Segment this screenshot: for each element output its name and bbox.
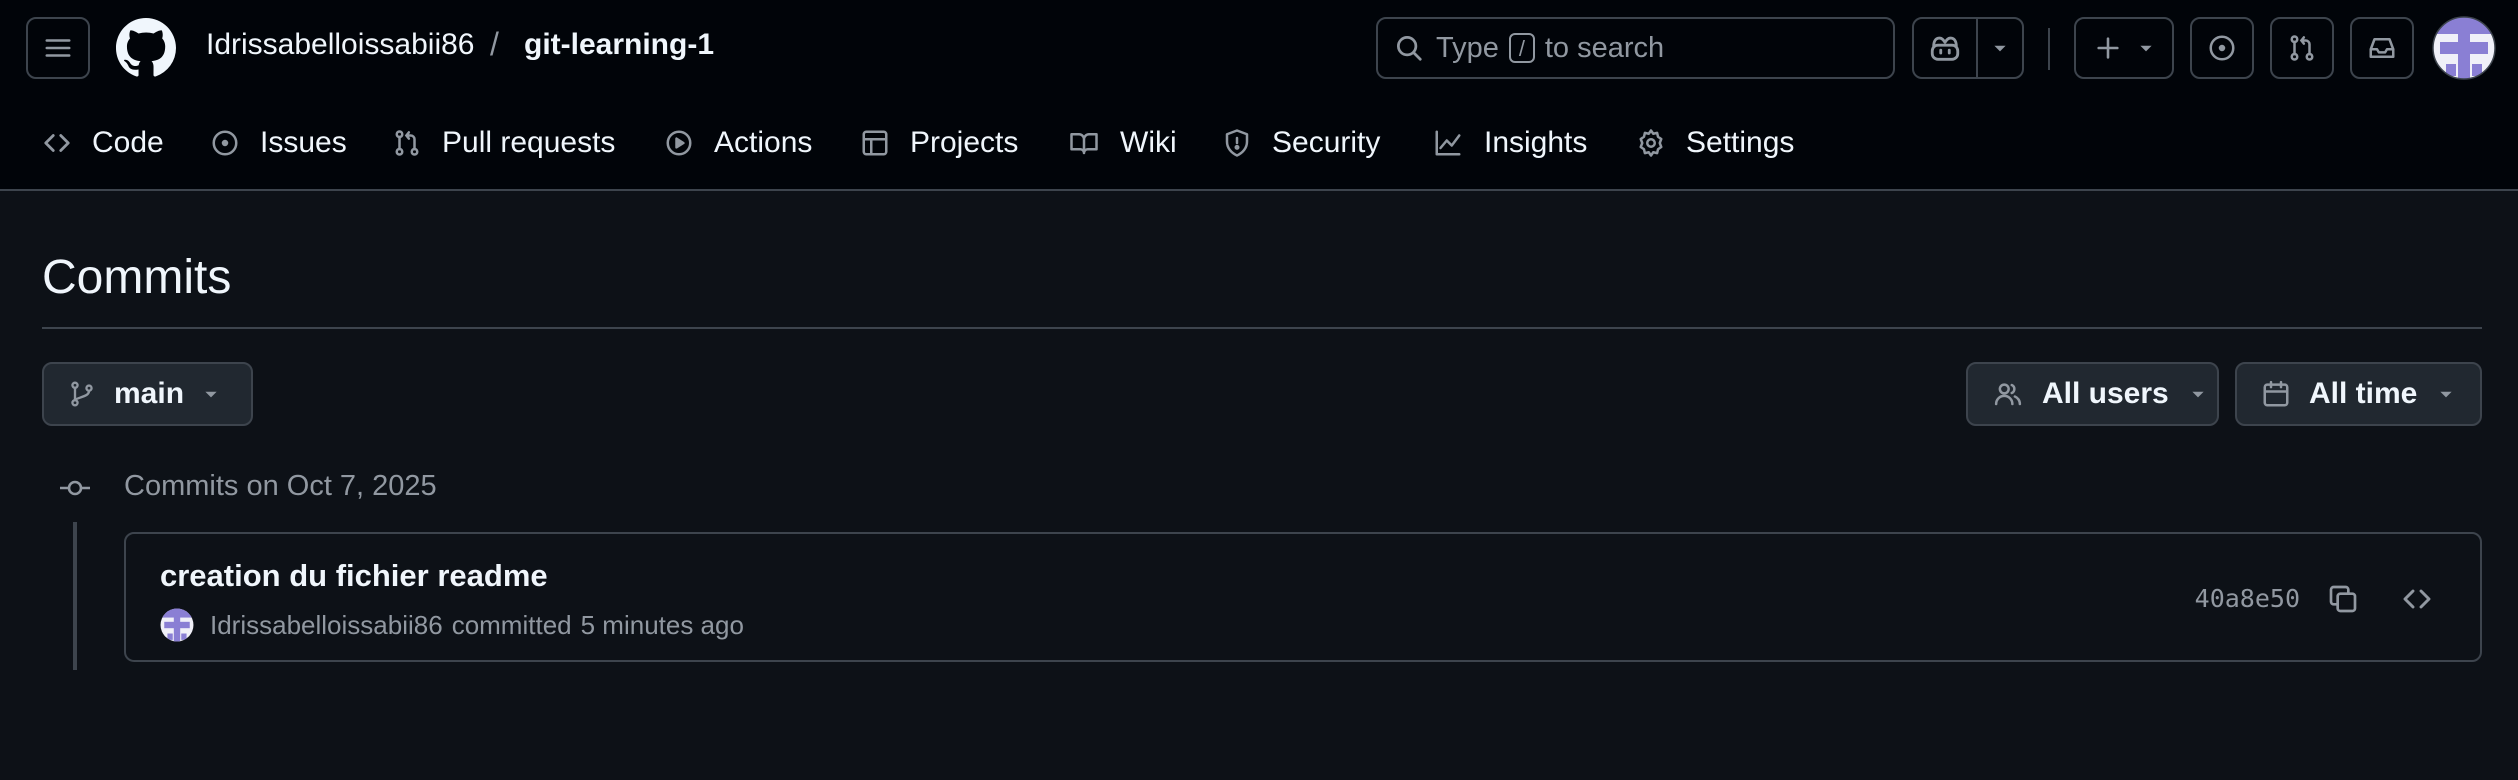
inbox-icon — [2369, 38, 2395, 58]
shield-icon — [1225, 129, 1249, 157]
search-icon — [1397, 36, 1422, 61]
browse-repository-button[interactable] — [2398, 580, 2436, 618]
calendar-icon — [2263, 380, 2289, 407]
hamburger-icon — [45, 39, 71, 57]
copilot-button[interactable] — [1912, 17, 1978, 79]
create-new-button[interactable] — [2074, 17, 2174, 79]
tab-label: Projects — [910, 126, 1019, 159]
copy-icon — [2329, 585, 2357, 613]
commit-group-date: Commits on Oct 7, 2025 — [124, 470, 437, 502]
issues-button[interactable] — [2190, 17, 2254, 79]
code-icon — [2403, 589, 2431, 609]
search-input[interactable]: Type / to search — [1376, 17, 1895, 79]
tab-wiki[interactable]: Wiki — [1068, 118, 1177, 168]
issue-opened-icon — [2209, 35, 2235, 61]
global-header: Idrissabelloissabii86 / git-learning-1 T… — [0, 0, 2518, 191]
users-filter[interactable]: All users — [1966, 362, 2219, 426]
commit-time: 5 minutes ago — [580, 609, 744, 640]
pull-requests-button[interactable] — [2270, 17, 2334, 79]
plus-icon — [2096, 37, 2119, 59]
tab-issues[interactable]: Issues — [210, 118, 347, 168]
tab-code[interactable]: Code — [42, 118, 164, 168]
inbox-button[interactable] — [2350, 17, 2414, 79]
gear-icon — [1639, 129, 1663, 157]
triangle-down-icon — [2139, 45, 2152, 52]
people-icon — [1994, 383, 2022, 406]
search-placeholder-prefix: Type — [1436, 31, 1499, 64]
commit-meta: Idrissabelloissabii86 committed 5 minute… — [160, 608, 744, 642]
tab-label: Code — [92, 126, 164, 159]
tab-label: Insights — [1484, 126, 1588, 159]
triangle-down-icon — [2192, 391, 2204, 398]
tab-label: Issues — [260, 126, 347, 159]
branch-selector[interactable]: main — [42, 362, 253, 426]
tab-actions[interactable]: Actions — [664, 118, 812, 168]
timeline-line — [73, 522, 77, 670]
triangle-down-icon — [205, 391, 217, 398]
git-pull-request-icon — [395, 130, 419, 156]
repo-owner-link[interactable]: Idrissabelloissabii86 — [206, 28, 474, 62]
tab-label: Settings — [1686, 126, 1795, 159]
issue-opened-icon — [212, 130, 238, 156]
users-filter-label: All users — [2042, 377, 2169, 410]
breadcrumb-separator: / — [490, 26, 499, 62]
copilot-dropdown-button[interactable] — [1976, 17, 2024, 79]
commit-row: creation du fichier readme Idrissabelloi… — [124, 532, 2482, 662]
git-commit-icon — [58, 473, 92, 503]
play-icon — [666, 130, 692, 156]
book-icon — [1070, 133, 1098, 155]
tab-pull-requests[interactable]: Pull requests — [392, 118, 615, 168]
tab-label: Security — [1272, 126, 1381, 159]
git-pull-request-icon — [2290, 35, 2314, 61]
graph-icon — [1435, 130, 1461, 156]
search-shortcut-key: / — [1508, 33, 1535, 63]
title-divider — [42, 327, 2482, 329]
copilot-icon — [1930, 36, 1960, 61]
time-filter[interactable]: All time — [2235, 362, 2482, 426]
tab-projects[interactable]: Projects — [860, 118, 1018, 168]
time-filter-label: All time — [2309, 377, 2418, 410]
triangle-down-icon — [2440, 391, 2452, 398]
user-avatar[interactable] — [2432, 16, 2496, 80]
repo-name-link[interactable]: git-learning-1 — [524, 28, 714, 62]
page-title: Commits — [42, 251, 232, 304]
commit-action: committed — [451, 609, 572, 640]
triangle-down-icon — [1994, 45, 2006, 52]
commit-sha-link[interactable]: 40a8e50 — [2195, 584, 2300, 613]
tab-label: Pull requests — [442, 126, 616, 159]
tab-security[interactable]: Security — [1222, 118, 1380, 168]
search-placeholder-suffix: to search — [1544, 31, 1665, 64]
commit-message-link[interactable]: creation du fichier readme — [160, 558, 548, 594]
github-logo-icon[interactable] — [116, 18, 176, 78]
branch-name: main — [114, 377, 185, 410]
tab-label: Wiki — [1120, 126, 1177, 159]
commit-author-link[interactable]: Idrissabelloissabii86 — [210, 610, 443, 641]
tab-label: Actions — [714, 126, 813, 159]
tab-insights[interactable]: Insights — [1432, 118, 1587, 168]
menu-button[interactable] — [26, 17, 90, 79]
author-avatar[interactable] — [160, 608, 194, 642]
code-icon — [44, 134, 70, 152]
tab-settings[interactable]: Settings — [1636, 118, 1794, 168]
table-icon — [862, 130, 888, 156]
copy-sha-button[interactable] — [2324, 580, 2362, 618]
git-branch-icon — [71, 381, 93, 407]
header-divider — [2048, 28, 2050, 70]
